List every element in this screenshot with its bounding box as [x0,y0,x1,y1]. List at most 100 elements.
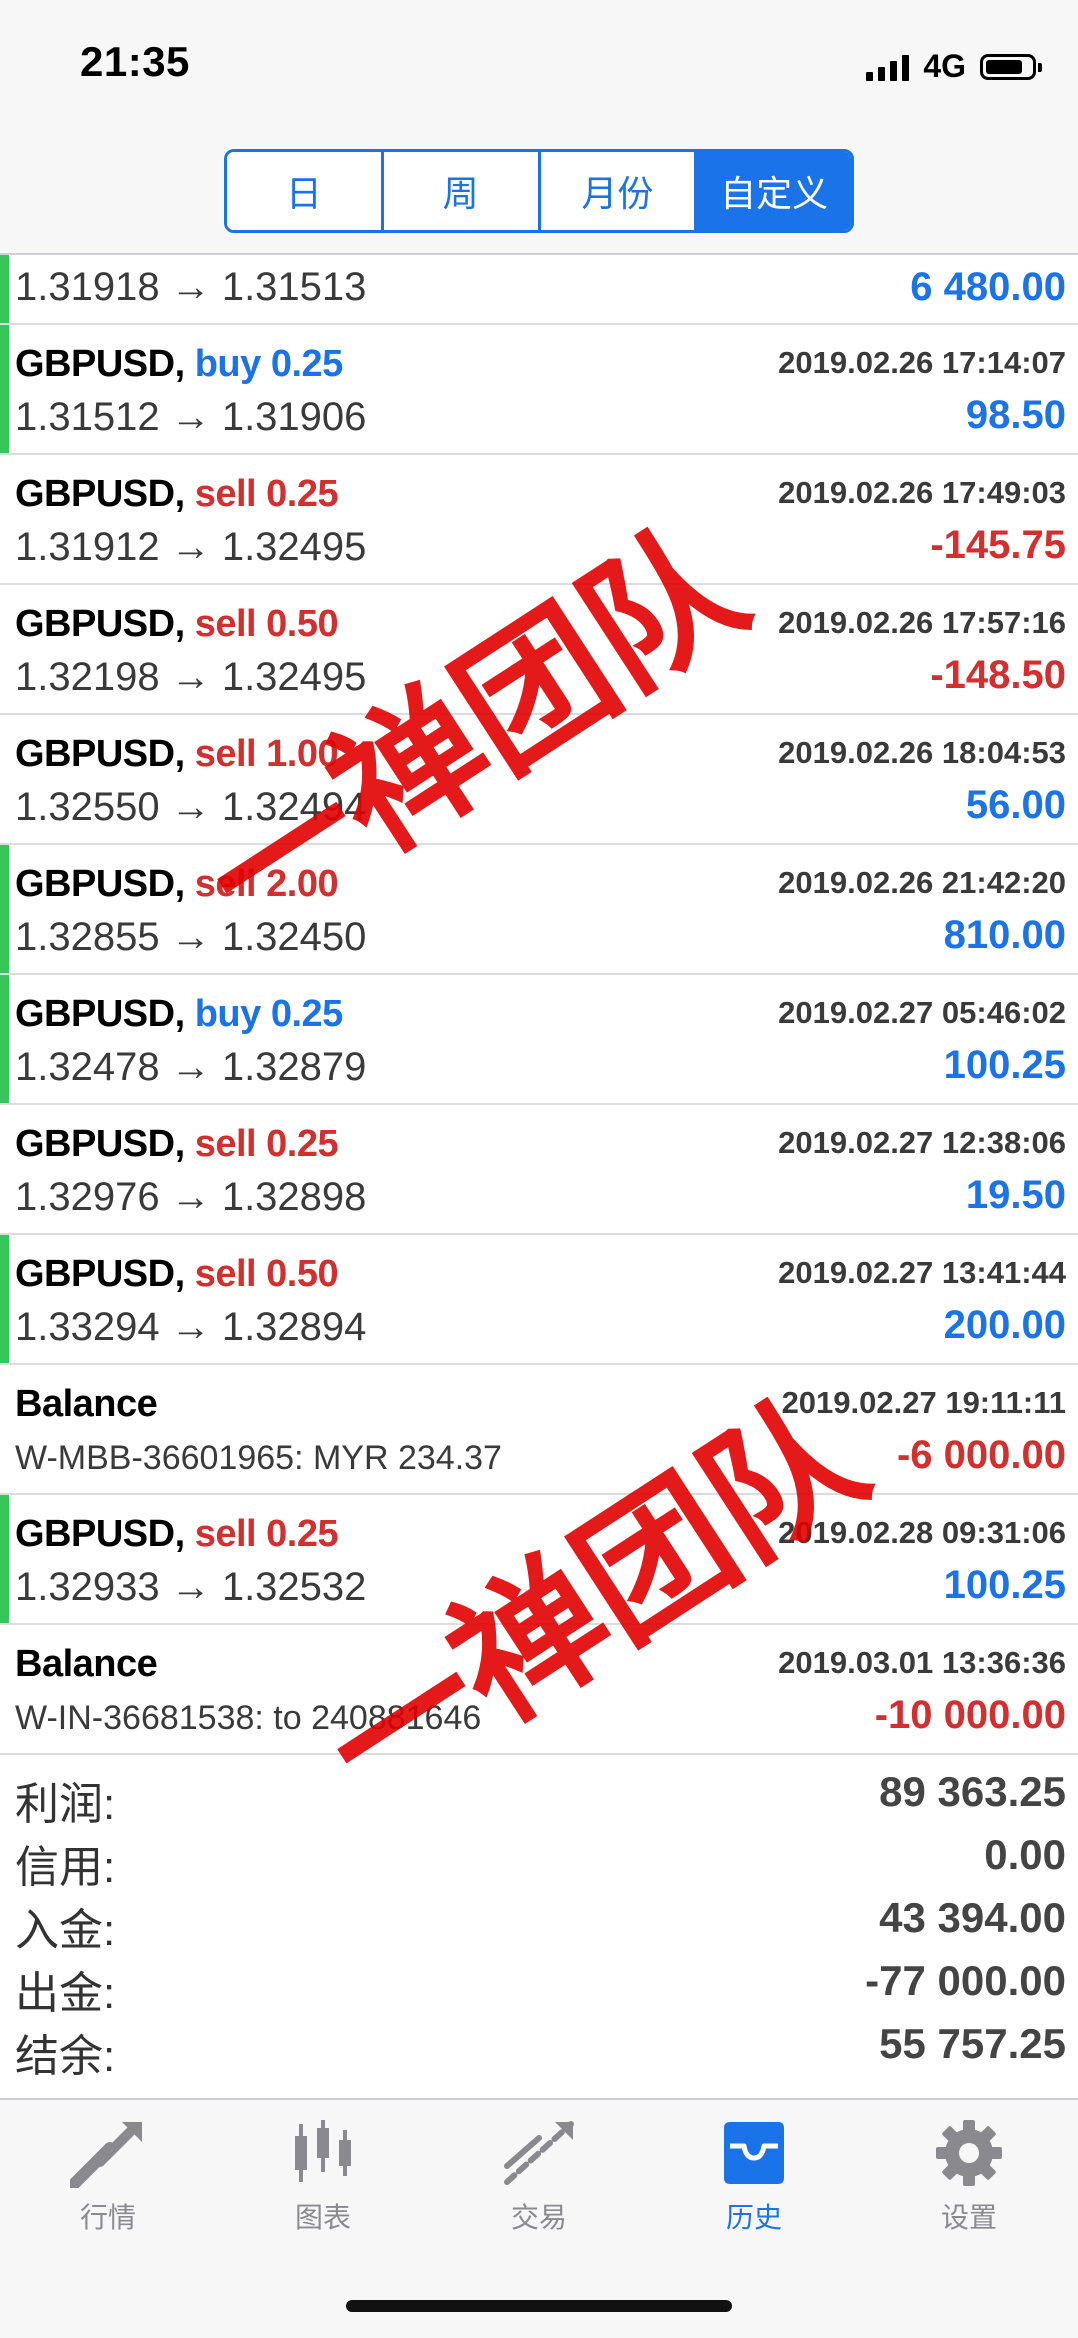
summary-profit-row: 利润: 89 363.25 [0,1760,1078,1829]
deal-side: sell 0.50 [194,1253,339,1295]
deal-prices: 1.32198 → 1.32495 [15,655,367,699]
deal-time: 2019.03.01 13:36:36 [778,1645,1066,1680]
deal-symbol: GBPUSD, [15,733,185,775]
deal-prices: 1.32855 → 1.32450 [15,915,367,959]
deal-side: sell 0.50 [194,603,339,645]
clock: 21:35 [80,38,190,85]
segment-month[interactable]: 月份 [540,152,698,230]
tab-history[interactable]: 历史 [684,2118,824,2236]
deal-side: sell 2.00 [194,863,339,905]
deal-row[interactable]: 1.31918 → 1.31513 6 480.00 [0,255,1078,325]
deal-profit: 200.00 [943,1303,1066,1347]
deal-side: buy 0.25 [194,343,344,385]
deal-symbol: Balance [15,1383,158,1425]
deal-symbol: GBPUSD, [15,993,185,1035]
deal-row[interactable]: GBPUSD, sell 0.25 2019.02.27 12:38:06 1.… [0,1105,1078,1235]
network-type: 4G [923,48,966,84]
summary-deposit-row: 入金: 43 394.00 [0,1886,1078,1955]
balance-comment: W-MBB-36601965: MYR 234.37 [15,1439,502,1477]
deal-profit: 6 480.00 [910,265,1066,309]
deal-prices: 1.33294 → 1.32894 [15,1305,367,1349]
status-icons: 4G [866,48,1042,85]
balance-comment: W-IN-36681538: to 240881646 [15,1699,482,1737]
deal-time: 2019.02.27 12:38:06 [778,1125,1066,1160]
home-indicator[interactable] [346,2300,732,2312]
deal-profit: 19.50 [965,1173,1066,1217]
deal-row[interactable]: GBPUSD, buy 0.25 2019.02.26 17:14:07 1.3… [0,325,1078,455]
trade-icon [504,2121,574,2185]
balance-row[interactable]: Balance 2019.03.01 13:36:36 W-IN-3668153… [0,1625,1078,1755]
deal-row[interactable]: GBPUSD, sell 2.00 2019.02.26 21:42:20 1.… [0,845,1078,975]
deal-side: sell 0.25 [194,1513,339,1555]
deal-profit: 100.25 [943,1043,1066,1087]
deal-symbol: GBPUSD, [15,1123,185,1165]
deal-profit: 810.00 [943,913,1066,957]
tab-label: 设置 [940,2202,997,2233]
deal-symbol: GBPUSD, [15,343,185,385]
deal-prices: 1.31918 → 1.31513 [15,265,367,309]
segment-custom[interactable]: 自定义 [697,152,851,230]
deal-time: 2019.02.26 21:42:20 [778,865,1066,900]
deal-time: 2019.02.28 09:31:06 [778,1515,1066,1550]
deal-row[interactable]: GBPUSD, sell 0.25 2019.02.28 09:31:06 1.… [0,1495,1078,1625]
summary-withdrawal-row: 出金: -77 000.00 [0,1949,1078,2018]
chart-icon [295,2120,351,2182]
tab-settings[interactable]: 设置 [899,2118,1039,2236]
settings-icon [936,2120,1002,2186]
deal-profit: 98.50 [965,393,1066,437]
deal-side: sell 0.25 [194,473,339,515]
summary-label: 结余: [15,2032,116,2081]
deal-side: sell 0.25 [194,1123,339,1165]
deal-row[interactable]: GBPUSD, sell 0.50 2019.02.26 17:57:16 1.… [0,585,1078,715]
quotes-icon [70,2122,142,2188]
status-bar: 21:35 4G [0,0,1078,135]
deal-side: sell 1.00 [194,733,339,775]
summary-balance-row: 结余: 55 757.25 [0,2012,1078,2081]
account-summary: 利润: 89 363.25 信用: 0.00 入金: 43 394.00 出金:… [0,1760,1078,2081]
summary-value: 0.00 [984,1831,1066,1878]
deal-symbol: GBPUSD, [15,1253,185,1295]
history-icon [724,2122,784,2184]
deal-profit: -148.50 [930,653,1066,697]
deal-symbol: GBPUSD, [15,1513,185,1555]
segment-day[interactable]: 日 [227,152,384,230]
deal-profit: 56.00 [965,783,1066,827]
summary-value: 55 757.25 [879,2020,1066,2067]
history-header: 日 周 月份 自定义 [0,135,1078,255]
deal-time: 2019.02.26 17:14:07 [778,345,1066,380]
deal-time: 2019.02.27 13:41:44 [778,1255,1066,1290]
deal-prices: 1.32933 → 1.32532 [15,1565,367,1609]
deal-symbol: GBPUSD, [15,603,185,645]
deal-profit: 100.25 [943,1563,1066,1607]
deal-profit: -145.75 [930,523,1066,567]
deal-time: 2019.02.26 17:49:03 [778,475,1066,510]
period-segmented-control: 日 周 月份 自定义 [224,149,854,233]
tab-label: 行情 [79,2202,136,2233]
deal-time: 2019.02.27 19:11:11 [781,1385,1066,1420]
deal-row[interactable]: GBPUSD, buy 0.25 2019.02.27 05:46:02 1.3… [0,975,1078,1105]
deal-prices: 1.32550 → 1.32494 [15,785,367,829]
tab-trade[interactable]: 交易 [469,2118,609,2236]
balance-row[interactable]: Balance 2019.02.27 19:11:11 W-MBB-366019… [0,1365,1078,1495]
deal-symbol: GBPUSD, [15,863,185,905]
deal-prices: 1.31912 → 1.32495 [15,525,367,569]
deal-time: 2019.02.26 18:04:53 [778,735,1066,770]
deal-row[interactable]: GBPUSD, sell 0.25 2019.02.26 17:49:03 1.… [0,455,1078,585]
deal-time: 2019.02.27 05:46:02 [778,995,1066,1030]
deal-profit: -6 000.00 [896,1433,1066,1477]
battery-icon [980,53,1042,80]
summary-value: 89 363.25 [879,1768,1066,1815]
deal-row[interactable]: GBPUSD, sell 1.00 2019.02.26 18:04:53 1.… [0,715,1078,845]
deal-side: buy 0.25 [194,993,344,1035]
deal-symbol: GBPUSD, [15,473,185,515]
deal-row[interactable]: GBPUSD, sell 0.50 2019.02.27 13:41:44 1.… [0,1235,1078,1365]
deal-symbol: Balance [15,1643,158,1685]
tab-label: 图表 [294,2202,351,2233]
tab-charts[interactable]: 图表 [253,2118,393,2236]
tab-quotes[interactable]: 行情 [38,2118,178,2236]
segment-week[interactable]: 周 [383,152,541,230]
tab-label: 历史 [725,2202,782,2233]
deal-time: 2019.02.26 17:57:16 [778,605,1066,640]
tab-label: 交易 [510,2202,567,2233]
summary-value: -77 000.00 [865,1957,1066,2004]
